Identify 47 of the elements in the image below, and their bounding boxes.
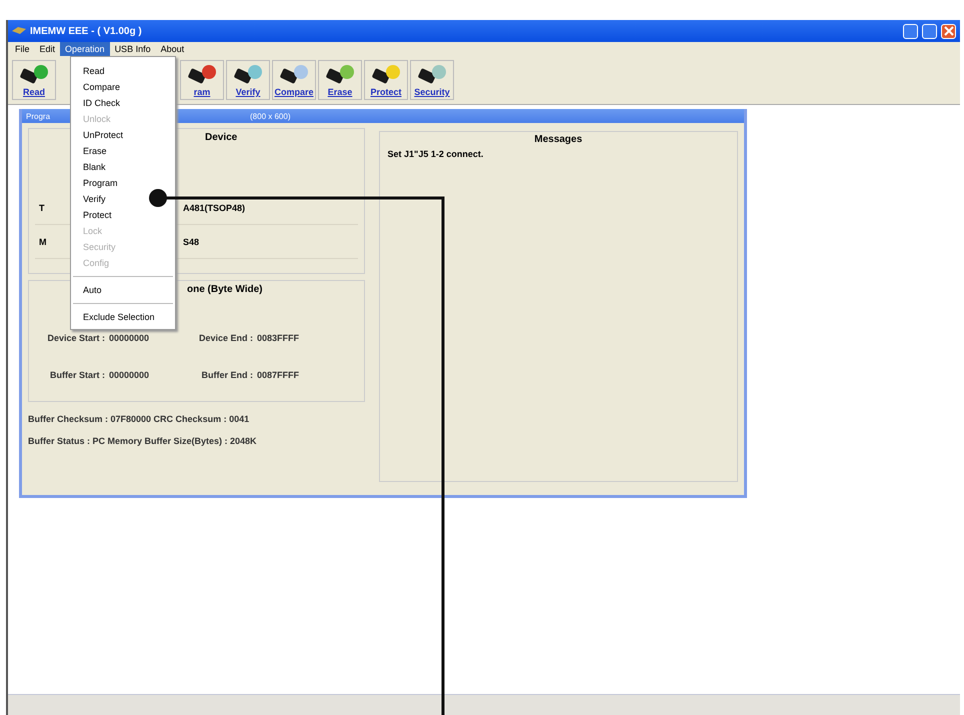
toolbar-button[interactable]: Protect	[364, 60, 408, 100]
field-label: Buffer Start :	[48, 370, 105, 380]
menu-item[interactable]: File	[10, 42, 35, 56]
field-value: S48	[183, 236, 200, 246]
toolbar-button[interactable]: ram	[180, 60, 224, 100]
menu-item[interactable]: Edit	[34, 42, 60, 56]
status-text: Buffer Checksum : 07F80000 CRC Checksum : 0041	[28, 414, 250, 424]
field-value: 00000000	[109, 370, 150, 380]
menu-item[interactable]: Read	[71, 63, 175, 79]
menu-item[interactable]: Auto	[71, 282, 175, 298]
panel-heading: Messages	[533, 134, 584, 145]
menu-item[interactable]: Compare	[71, 79, 175, 95]
field-label: Device End :	[198, 332, 253, 342]
menu-item[interactable]: Protect	[71, 207, 175, 223]
field-value: 0087FFFF	[257, 370, 300, 380]
field-label: Buffer End :	[200, 370, 253, 380]
field-value: 0083FFFF	[257, 332, 300, 342]
toolbar-button[interactable]: Read	[12, 60, 56, 100]
window-title: (800 x 600)	[250, 112, 290, 120]
status-text: Buffer Status : PC Memory Buffer Size(Bytes) : 2048K	[28, 436, 258, 446]
menu-item[interactable]: Blank	[71, 159, 175, 175]
close-button[interactable]	[941, 24, 956, 38]
field-value: A481(TSOP48)	[183, 202, 246, 212]
field-label: M	[39, 236, 46, 246]
toolbar-button[interactable]: Verify	[226, 60, 270, 100]
menu-item[interactable]: UnProtect	[71, 127, 175, 143]
toolbar-button[interactable]: Compare	[272, 60, 316, 100]
toolbar-button[interactable]: Erase	[318, 60, 362, 100]
menu-item[interactable]: Exclude Selection	[71, 309, 175, 325]
window-title: Progra	[26, 112, 50, 120]
menu-item[interactable]: Operation	[60, 42, 110, 56]
maximize-button[interactable]	[922, 24, 937, 38]
menu-item[interactable]: Erase	[71, 143, 175, 159]
menu-item[interactable]: Program	[71, 175, 175, 191]
toolbar-button[interactable]: Security	[410, 60, 454, 100]
menu-item[interactable]: Verify	[71, 191, 175, 207]
panel-heading: Device	[205, 131, 238, 145]
menu-item[interactable]: ID Check	[71, 95, 175, 111]
menu-item[interactable]: About	[156, 42, 190, 56]
window-title: IMEMW EEE - ( V1.00g )	[30, 26, 142, 36]
field-label: T	[39, 202, 44, 212]
field-label: Device Start :	[46, 332, 105, 342]
field-value: 00000000	[109, 332, 150, 342]
menu-item[interactable]: USB Info	[110, 42, 156, 56]
minimize-button[interactable]	[903, 24, 918, 38]
panel-heading: one (Byte Wide)	[187, 283, 262, 297]
message-text: Set J1"J5 1-2 connect.	[388, 149, 484, 159]
